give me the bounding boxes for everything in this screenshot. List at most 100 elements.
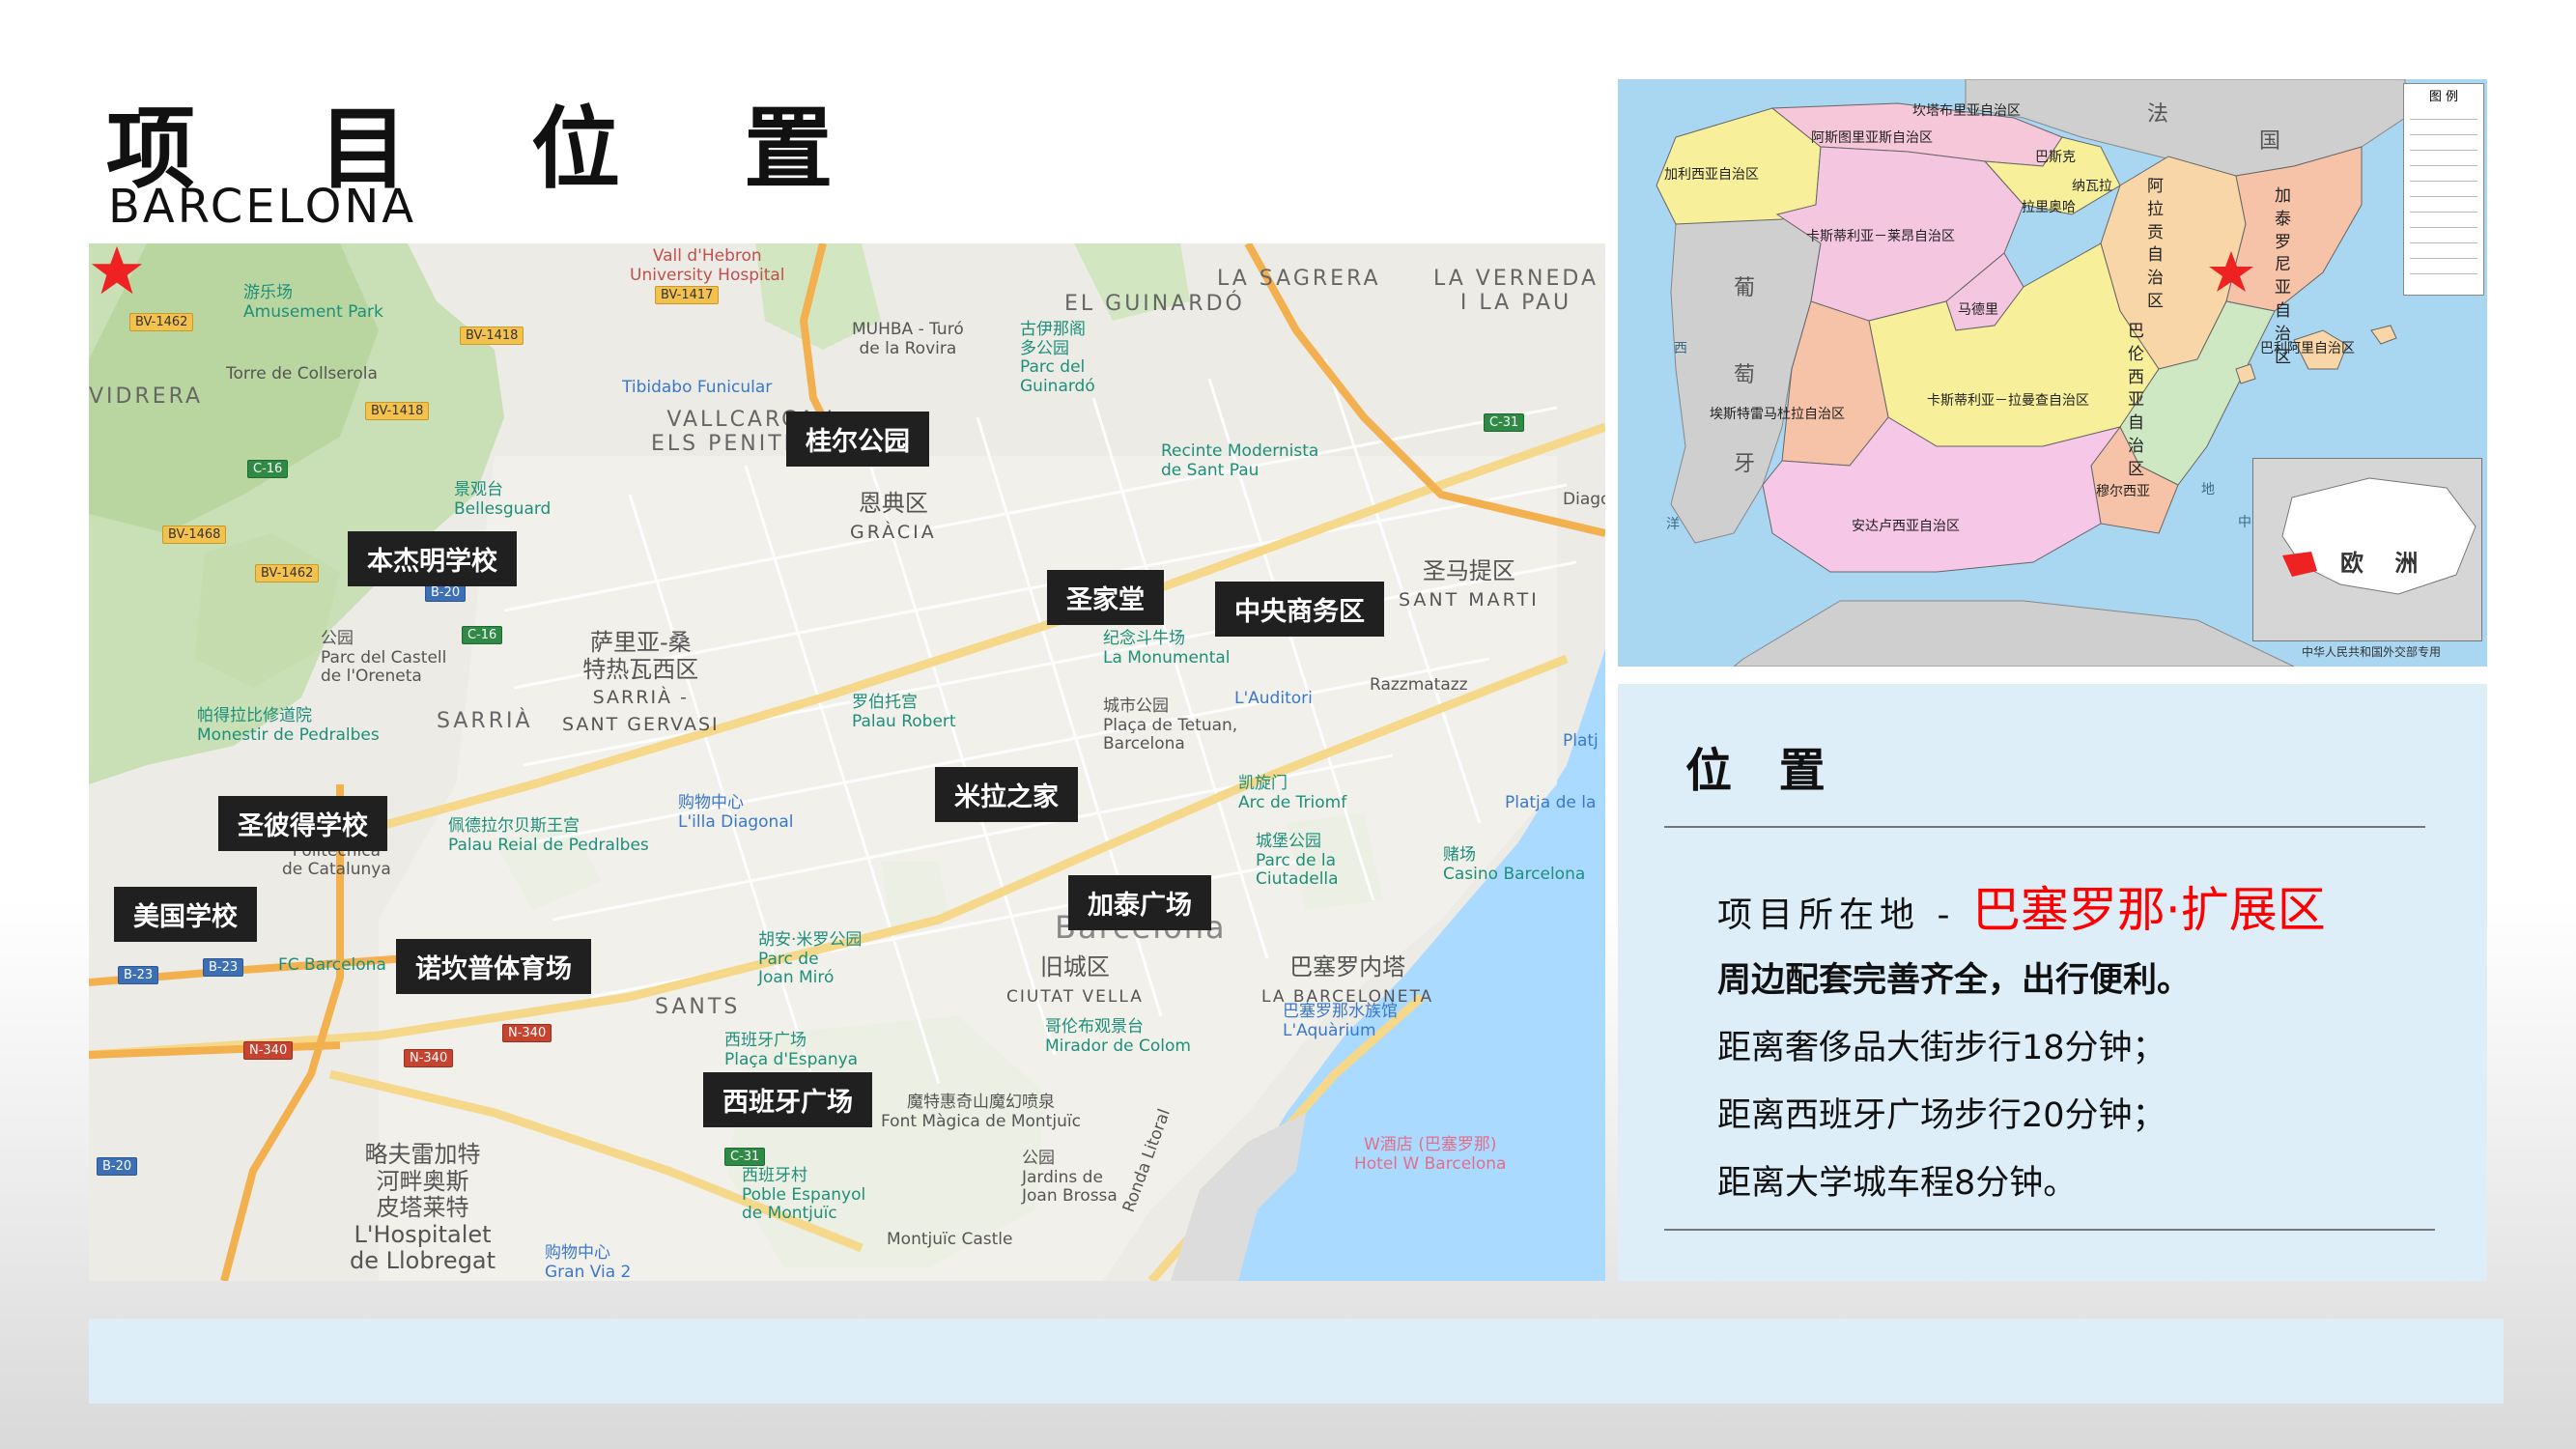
map-place: Torre de Collserola (226, 364, 378, 384)
location-key: 项目所在地 - (1717, 895, 1972, 935)
map-place: 城市公园 Plaça de Tetuan, Barcelona (1103, 696, 1238, 754)
map-place: 游乐场 Amusement Park (243, 283, 383, 322)
map-legend: 图 例 (2403, 83, 2484, 296)
map-district: LA VERNEDA I LA PAU (1433, 267, 1599, 316)
road-shield: C-16 (462, 626, 503, 644)
country-label: 国 (2259, 129, 2281, 154)
road-shield: BV-1462 (255, 564, 320, 582)
road-shield: BV-1418 (460, 327, 524, 345)
region-label: 阿拉贡自治区 (2147, 177, 2164, 311)
region-label: 巴利阿里自治区 (2260, 341, 2355, 356)
map-district: 恩典区 GRÀCIA (850, 490, 937, 543)
map-place: 城堡公园 Parc de la Ciutadella (1256, 832, 1339, 890)
info-line: 距离奢侈品大街步行18分钟； (1717, 1029, 2166, 1067)
map-place: Platja de la (1505, 793, 1597, 812)
road-shield: B-23 (203, 958, 244, 977)
divider (1664, 826, 2425, 828)
location-info-panel: 位 置 项目所在地 - 巴塞罗那·扩展区 周边配套完善齐全，出行便利。 距离奢侈… (1618, 684, 2487, 1281)
map-tag[interactable]: 米拉之家 (935, 767, 1078, 822)
map-tag[interactable]: 美国学校 (114, 887, 257, 942)
spain-map: 法 国 葡 萄 牙 西 洋 地 中 海 坎塔布里亚自治区 阿斯图里亚斯自治区 加… (1618, 79, 2487, 667)
info-line: 距离大学城车程8分钟。 (1717, 1164, 2078, 1203)
region-label: 卡斯蒂利亚－拉曼查自治区 (1927, 393, 2089, 409)
region-label: 拉里奥哈 (2022, 200, 2076, 215)
map-place: 哥伦布观景台 Mirador de Colom (1045, 1017, 1191, 1056)
map-district: SANTS (655, 995, 741, 1019)
sea-label: 洋 (1666, 517, 1680, 532)
map-tag[interactable]: 中央商务区 (1215, 582, 1384, 637)
map-place: 帕得拉比修道院 Monestir de Pedralbes (197, 706, 380, 745)
info-heading: 位 置 (1685, 744, 1841, 798)
road-shield: N-340 (243, 1041, 294, 1060)
map-tag[interactable]: 圣彼得学校 (218, 796, 387, 851)
map-district: 萨里亚-桑 特热瓦西区 SARRIÀ - SANT GERVASI (562, 629, 720, 735)
country-label: 法 (2147, 102, 2169, 127)
map-place: 公园 Jardins de Joan Brossa (1022, 1149, 1118, 1207)
region-label: 巴斯克 (2035, 150, 2076, 165)
map-tag[interactable]: 西班牙广场 (703, 1072, 872, 1127)
divider (1664, 1229, 2435, 1231)
map-place: 魔特惠奇山魔幻喷泉 Font Màgica de Montjuïc (881, 1093, 1081, 1131)
country-label: 葡 (1734, 276, 1756, 300)
region-label: 马德里 (1958, 302, 1998, 318)
info-line: 距离西班牙广场步行20分钟； (1717, 1096, 2166, 1135)
road-shield: C-16 (247, 460, 289, 478)
page-subtitle: BARCELONA (108, 180, 417, 234)
map-place: 巴塞罗那水族馆 L'Aquàrium (1283, 1002, 1398, 1040)
road-shield: B-20 (97, 1157, 138, 1176)
map-place: 西班牙村 Poble Espanyol de Montjuïc (742, 1166, 866, 1224)
map-place: MUHBA - Turó de la Rovira (852, 320, 964, 358)
map-district: EL GUINARDÓ (1064, 292, 1245, 316)
map-place: 西班牙广场 Plaça d'Espanya (724, 1031, 859, 1069)
map-place: 购物中心 Gran Via 2 (545, 1243, 632, 1281)
map-place: Tibidabo Funicular (622, 378, 773, 397)
country-label: 萄 (1734, 363, 1756, 387)
map-place: L'Auditori (1234, 689, 1313, 708)
road-shield: N-340 (502, 1024, 552, 1042)
map-tag[interactable]: 本杰明学校 (348, 531, 517, 586)
map-place: Montjuïc Castle (887, 1230, 1013, 1249)
map-place: Recinte Modernista de Sant Pau (1161, 441, 1319, 480)
map-tag[interactable]: 桂尔公园 (786, 412, 929, 467)
country-label: 牙 (1734, 452, 1756, 476)
map-district: 巴塞罗内塔 LA BARCELONETA (1261, 953, 1434, 1007)
map-place: W酒店 (巴塞罗那) Hotel W Barcelona (1354, 1135, 1507, 1174)
location-line: 项目所在地 - 巴塞罗那·扩展区 (1717, 871, 2326, 941)
location-value: 巴塞罗那·扩展区 (1971, 882, 2326, 938)
road-shield: BV-1418 (365, 402, 430, 420)
road-shield: BV-1468 (162, 526, 227, 544)
map-place: 古伊那阁 多公园 Parc del Guinardó (1020, 320, 1095, 396)
sea-label: 中 (2238, 515, 2251, 530)
map-tag[interactable]: 诺坎普体育场 (396, 939, 591, 994)
map-district: VIDRERA (89, 384, 204, 409)
map-tag[interactable]: 加泰广场 (1068, 875, 1211, 930)
region-label: 加利西亚自治区 (1664, 167, 1759, 183)
region-label: 穆尔西亚 (2096, 484, 2150, 499)
map-place: FC Barcelona (278, 955, 386, 975)
road-shield: C-31 (1484, 413, 1525, 432)
map-place: 景观台 Bellesguard (454, 480, 552, 519)
sea-label: 西 (1674, 341, 1687, 356)
map-place: Vall d'Hebron University Hospital (630, 246, 785, 285)
map-place: 罗伯托宫 Palau Robert (852, 693, 956, 731)
barcelona-map[interactable]: Vall d'Hebron University Hospital 游乐场 Amus… (89, 243, 1605, 1281)
region-label: 阿斯图里亚斯自治区 (1811, 130, 1933, 146)
map-district: SARRIÀ (437, 709, 533, 733)
region-label: 坎塔布里亚自治区 (1912, 103, 2021, 119)
map-place: 略夫雷加特 河畔奥斯 皮塔莱特 L'Hospitalet de Llobregat (350, 1141, 496, 1275)
region-label: 巴伦西亚自治区 (2128, 322, 2144, 479)
region-label: 安达卢西亚自治区 (1852, 519, 1960, 534)
road-shield: BV-1462 (129, 313, 194, 331)
project-location-star-icon (91, 245, 143, 295)
region-label: 埃斯特雷马杜拉自治区 (1710, 407, 1845, 422)
region-label: 卡斯蒂利亚－莱昂自治区 (1806, 229, 1955, 244)
region-label: 纳瓦拉 (2072, 179, 2112, 194)
europe-label: 欧 洲 (2340, 550, 2430, 577)
map-credit: 中华人民共和国外交部专用 (2302, 645, 2442, 659)
info-line: 周边配套完善齐全，出行便利。 (1717, 961, 2192, 1000)
map-district: LA SAGRERA (1217, 267, 1381, 291)
map-tag[interactable]: 圣家堂 (1047, 570, 1164, 625)
map-place: Diago (1563, 490, 1605, 509)
legend-title: 图 例 (2428, 90, 2459, 104)
map-place: Platj (1563, 731, 1599, 751)
